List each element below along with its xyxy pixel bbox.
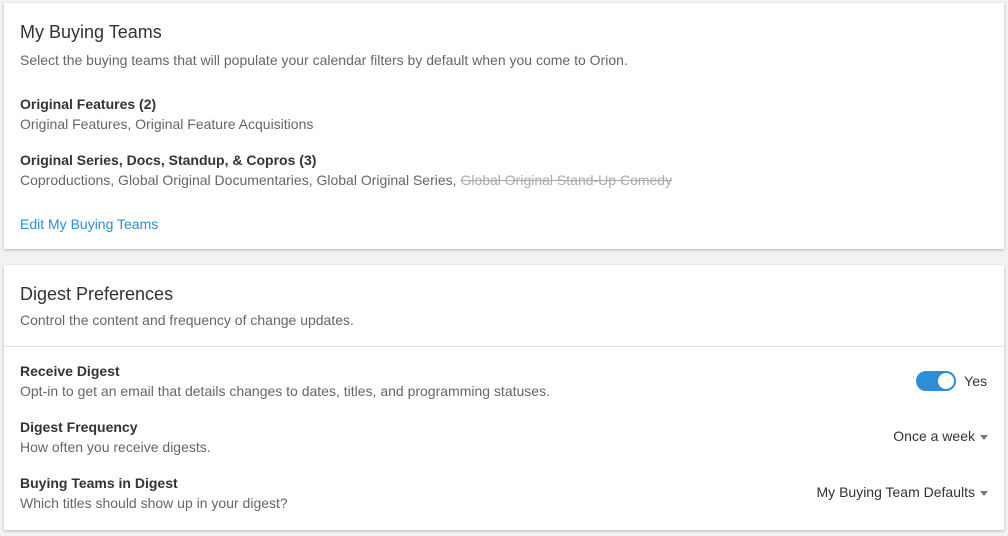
digest-preferences-card: Digest Preferences Control the content a… — [4, 265, 1004, 530]
group-items-original-series-active: Coproductions, Global Original Documenta… — [20, 172, 457, 188]
buying-teams-card: My Buying Teams Select the buying teams … — [4, 3, 1004, 249]
buying-teams-in-digest-desc: Which titles should show up in your dige… — [20, 495, 288, 511]
receive-digest-control: Yes — [916, 371, 987, 391]
group-title-original-features: Original Features (2) — [20, 96, 157, 112]
group-title-original-series: Original Series, Docs, Standup, & Copros… — [20, 152, 317, 168]
chevron-down-icon — [980, 434, 988, 440]
buying-teams-in-digest-dropdown[interactable]: My Buying Team Defaults — [817, 484, 988, 500]
buying-teams-title: My Buying Teams — [20, 22, 162, 42]
receive-digest-value: Yes — [964, 373, 987, 389]
group-items-original-series: Coproductions, Global Original Documenta… — [20, 172, 672, 188]
buying-teams-in-digest-value: My Buying Team Defaults — [816, 484, 975, 500]
group-items-original-features: Original Features, Original Feature Acqu… — [20, 116, 314, 132]
receive-digest-title: Receive Digest — [20, 363, 120, 379]
digest-subtitle: Control the content and frequency of cha… — [20, 312, 354, 328]
digest-frequency-dropdown[interactable]: Once a week — [893, 428, 988, 444]
digest-frequency-title: Digest Frequency — [20, 419, 138, 435]
digest-frequency-value: Once a week — [893, 428, 975, 444]
edit-buying-teams-link[interactable]: Edit My Buying Teams — [20, 216, 158, 232]
digest-title: Digest Preferences — [20, 284, 174, 304]
group-item-struck: Global Original Stand-Up Comedy — [460, 172, 673, 188]
receive-digest-desc: Opt-in to get an email that details chan… — [20, 383, 550, 399]
receive-digest-toggle[interactable] — [916, 371, 957, 391]
buying-teams-in-digest-title: Buying Teams in Digest — [20, 475, 178, 491]
buying-teams-subtitle: Select the buying teams that will popula… — [20, 52, 628, 68]
toggle-knob — [938, 373, 955, 389]
digest-frequency-desc: How often you receive digests. — [20, 439, 211, 455]
chevron-down-icon — [980, 490, 988, 496]
divider — [4, 346, 1004, 347]
